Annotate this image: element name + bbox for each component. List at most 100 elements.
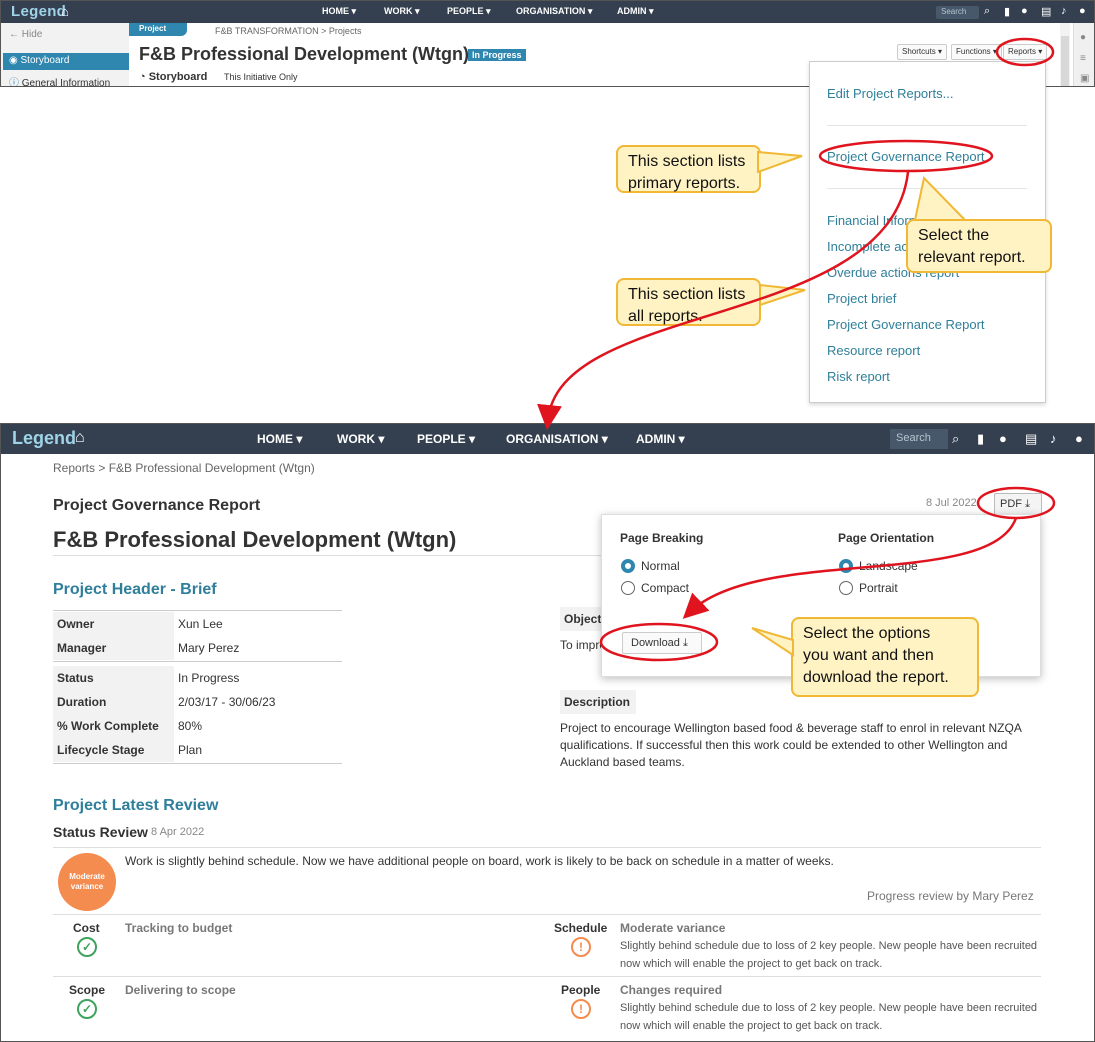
callout-primary-reports: This section lists primary reports.	[616, 145, 761, 193]
list-icon[interactable]: ≡	[1080, 53, 1086, 64]
report-project-governance[interactable]: Project Governance Report	[827, 317, 985, 332]
breadcrumb[interactable]: F&B TRANSFORMATION > Projects	[215, 26, 361, 36]
radio-landscape-label[interactable]: Landscape	[859, 559, 918, 573]
latest-review-section-title: Project Latest Review	[53, 797, 219, 814]
reports-button[interactable]: Reports ▾	[1003, 44, 1048, 60]
radio-compact[interactable]	[621, 581, 635, 595]
check-icon: ✓	[77, 999, 97, 1019]
page-title: F&B Professional Development (Wtgn)	[139, 44, 470, 64]
document-icon[interactable]: ▤	[1025, 431, 1037, 447]
callout-line: you want and then	[803, 647, 934, 664]
objective-text: To impro	[560, 638, 607, 652]
report-incomplete-actions[interactable]: Incomplete ac	[827, 239, 908, 254]
nav-organisation[interactable]: ORGANISATION ▾	[506, 432, 608, 446]
radio-compact-label[interactable]: Compact	[641, 581, 689, 595]
field-label: Manager	[53, 636, 174, 660]
bookmark-icon[interactable]: ▮	[977, 431, 984, 447]
document-icon[interactable]: ▤	[1041, 5, 1051, 18]
sidebar-item-label: General Information	[21, 78, 111, 87]
search-input[interactable]: Search	[936, 6, 979, 19]
functions-button[interactable]: Functions ▾	[951, 44, 1002, 60]
table-row: Owner Xun Lee	[53, 612, 342, 636]
divider	[53, 847, 1041, 848]
nav-home[interactable]: HOME ▾	[257, 432, 302, 446]
nav-organisation[interactable]: ORGANISATION ▾	[516, 6, 592, 17]
search-icon[interactable]: ⌕	[984, 5, 990, 18]
nav-admin[interactable]: ADMIN ▾	[636, 432, 685, 446]
hide-sidebar-button[interactable]: ← Hide	[9, 29, 42, 40]
field-value: Xun Lee	[178, 617, 223, 631]
status-review-heading: Status Review	[53, 824, 148, 840]
nav-people[interactable]: PEOPLE ▾	[447, 6, 491, 17]
bookmark-icon[interactable]: ▮	[1004, 5, 1010, 18]
divider	[827, 188, 1027, 189]
radio-portrait[interactable]	[839, 581, 853, 595]
field-value: 2/03/17 - 30/06/23	[178, 695, 276, 709]
pdf-label: PDF	[1000, 498, 1022, 510]
callout-line: This section lists	[628, 286, 746, 303]
comment-icon[interactable]: ●	[1080, 32, 1086, 43]
report-project-brief[interactable]: Project brief	[827, 291, 896, 306]
info-icon: ⓘ	[9, 78, 19, 87]
metric-cost-label: Cost	[73, 921, 100, 935]
search-input[interactable]: Search	[890, 429, 948, 449]
table-row: Duration 2/03/17 - 30/06/23	[53, 690, 342, 714]
metric-people-value: Changes required	[620, 983, 723, 997]
storyboard-heading: ◔ Storyboard	[139, 71, 207, 83]
legend-logo[interactable]: Legend	[11, 3, 66, 20]
download-icon: ⤓	[1025, 498, 1030, 510]
search-icon[interactable]: ⌕	[952, 431, 959, 447]
callout-line: Select the	[918, 227, 990, 244]
bell-icon[interactable]: ♪	[1061, 5, 1067, 17]
legend-logo[interactable]: Legend	[12, 428, 76, 449]
sidebar-item-general-information[interactable]: ⓘ General Information	[3, 73, 129, 87]
scrollbar-thumb[interactable]	[1061, 36, 1069, 86]
lock-icon[interactable]: ▣	[1080, 73, 1089, 84]
warning-icon: !	[571, 937, 591, 957]
nav-home[interactable]: HOME ▾	[322, 6, 356, 17]
chat-icon[interactable]: ●	[999, 431, 1007, 446]
field-label: Lifecycle Stage	[53, 738, 174, 762]
field-label: Status	[53, 666, 174, 690]
home-icon[interactable]: ⌂	[75, 429, 85, 447]
primary-report-governance[interactable]: Project Governance Report	[827, 149, 985, 164]
nav-admin[interactable]: ADMIN ▾	[617, 6, 654, 17]
nav-people[interactable]: PEOPLE ▾	[417, 432, 475, 446]
bell-icon[interactable]: ♪	[1050, 431, 1057, 446]
field-value: 80%	[178, 719, 203, 733]
project-tab[interactable]: Project	[129, 23, 187, 36]
scope-filter[interactable]: This Initiative Only	[224, 72, 298, 82]
user-icon[interactable]: ●	[1079, 5, 1086, 17]
callout-tail	[757, 150, 803, 174]
metric-cost-value: Tracking to budget	[125, 921, 233, 935]
sidebar-item-storyboard[interactable]: ◉ Storyboard	[3, 53, 129, 70]
table-row: Lifecycle Stage Plan	[53, 738, 342, 762]
radio-normal[interactable]	[621, 559, 635, 573]
table-row: % Work Complete 80%	[53, 714, 342, 738]
edit-project-reports-item[interactable]: Edit Project Reports...	[827, 86, 953, 101]
nav-work[interactable]: WORK ▾	[384, 6, 420, 17]
breadcrumb[interactable]: Reports > F&B Professional Development (…	[53, 461, 315, 475]
radio-normal-label[interactable]: Normal	[641, 559, 680, 573]
field-value: In Progress	[178, 671, 240, 685]
divider	[53, 763, 342, 764]
report-resource[interactable]: Resource report	[827, 343, 920, 358]
callout-download-options: Select the options you want and then dow…	[791, 617, 979, 697]
warning-icon: !	[571, 999, 591, 1019]
home-icon[interactable]: ⌂	[61, 4, 69, 19]
nav-work[interactable]: WORK ▾	[337, 432, 384, 446]
status-badge: In Progress	[468, 49, 526, 61]
radio-landscape[interactable]	[839, 559, 853, 573]
report-risk[interactable]: Risk report	[827, 369, 890, 384]
field-label: Duration	[53, 690, 174, 714]
radio-portrait-label[interactable]: Portrait	[859, 581, 898, 595]
chat-icon[interactable]: ●	[1021, 5, 1028, 17]
download-button[interactable]: Download ⤓	[622, 632, 702, 654]
page-breaking-heading: Page Breaking	[620, 531, 704, 545]
divider	[827, 125, 1027, 126]
callout-all-reports: This section lists all reports.	[616, 278, 761, 326]
pdf-button[interactable]: PDF ⤓	[994, 493, 1042, 515]
shortcuts-button[interactable]: Shortcuts ▾	[897, 44, 948, 60]
table-row: Status In Progress	[53, 666, 342, 690]
user-icon[interactable]: ●	[1075, 431, 1083, 446]
